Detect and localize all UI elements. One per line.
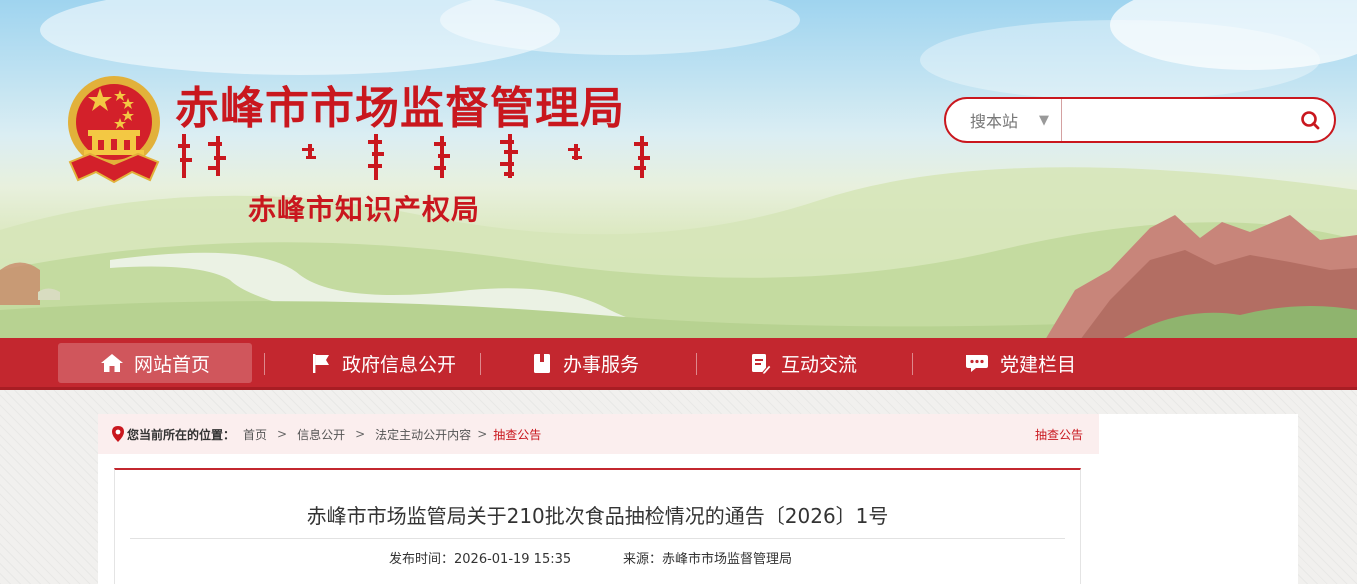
breadcrumb-separator: > <box>277 427 288 441</box>
nav-party[interactable]: 党建栏目 <box>940 343 1100 383</box>
nav-party-label: 党建栏目 <box>999 353 1076 376</box>
breadcrumb-statutory-content[interactable]: 法定主动公开内容 <box>375 426 471 443</box>
chat-icon <box>965 355 988 372</box>
dropdown-arrow-icon: ▼ <box>1039 112 1049 128</box>
category-link[interactable]: 抽查公告 <box>1035 426 1083 443</box>
breadcrumb-separator: > <box>477 427 488 441</box>
nav-home-label: 网站首页 <box>133 353 210 376</box>
nav-divider <box>480 353 481 375</box>
article-title: 赤峰市市场监管局关于210批次食品抽检情况的通告〔2026〕1号 <box>306 504 889 528</box>
nav-gov-info-label: 政府信息公开 <box>341 353 456 376</box>
breadcrumb-label: 您当前所在的位置： <box>127 427 236 442</box>
breadcrumb-spot-check[interactable]: 抽查公告 <box>493 426 541 443</box>
nav-interaction-label: 互动交流 <box>780 353 857 376</box>
national-emblem-icon <box>60 72 168 192</box>
breadcrumb-separator: > <box>355 427 366 441</box>
search-button[interactable] <box>1286 99 1334 141</box>
nav-divider <box>264 353 265 375</box>
mongolian-script-logo <box>178 134 650 180</box>
publish-time: 发布时间：2026-01-19 15:35 <box>389 552 572 567</box>
site-subtitle: 赤峰市知识产权局 <box>248 193 481 226</box>
nav-gov-info[interactable]: 政府信息公开 <box>288 343 478 383</box>
main-navigation: 网站首页 政府信息公开 办事服务 互动交流 党建栏目 <box>0 338 1357 390</box>
article-card: 赤峰市市场监管局关于210批次食品抽检情况的通告〔2026〕1号 发布时间：20… <box>114 468 1081 584</box>
document-icon <box>533 354 550 373</box>
search-scope-label: 搜本站 <box>970 112 1019 131</box>
article-source: 来源：赤峰市市场监督管理局 <box>623 552 793 567</box>
nav-services[interactable]: 办事服务 <box>500 343 670 383</box>
site-title: 赤峰市市场监督管理局 <box>175 83 625 134</box>
search-scope-select[interactable]: 搜本站 ▼ <box>946 99 1062 141</box>
nav-divider <box>912 353 913 375</box>
nav-interaction[interactable]: 互动交流 <box>718 343 888 383</box>
site-search: 搜本站 ▼ <box>944 97 1336 143</box>
breadcrumb: 您当前所在的位置： 首页 > 信息公开 > 法定主动公开内容 > 抽查公告 抽查… <box>98 414 1099 454</box>
nav-services-label: 办事服务 <box>562 353 639 376</box>
header-banner: 赤峰市市场监督管理局 赤峰市知识产权局 搜本站 ▼ <box>0 0 1357 340</box>
location-pin-icon <box>112 426 124 442</box>
home-icon <box>100 354 123 372</box>
nav-divider <box>696 353 697 375</box>
search-input[interactable] <box>1062 99 1286 141</box>
nav-home[interactable]: 网站首页 <box>58 343 252 383</box>
flag-icon <box>312 354 329 373</box>
search-icon <box>1301 111 1320 130</box>
breadcrumb-info-open[interactable]: 信息公开 <box>297 426 345 443</box>
breadcrumb-home[interactable]: 首页 <box>243 426 267 443</box>
edit-document-icon <box>751 354 771 374</box>
title-divider <box>130 538 1065 539</box>
